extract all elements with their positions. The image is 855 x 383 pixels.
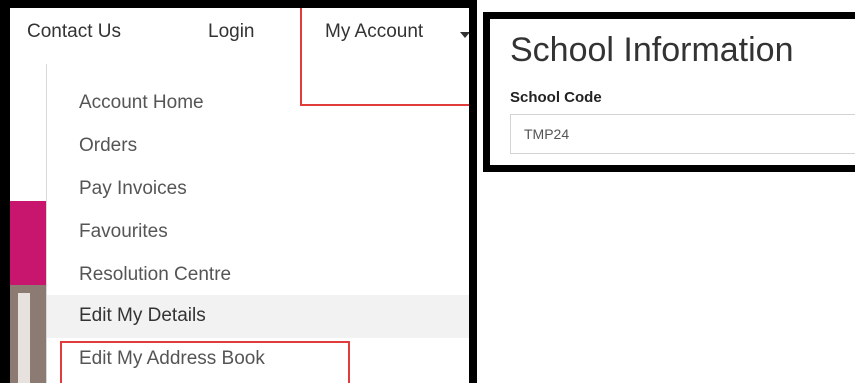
account-dropdown-content: Contact Us Login My Account Account Home… — [10, 8, 469, 383]
school-code-label: School Code — [510, 89, 602, 106]
menu-item-orders[interactable]: Orders — [79, 135, 137, 157]
callout-line-horizontal — [300, 104, 469, 106]
login-link[interactable]: Login — [208, 21, 255, 43]
account-dropdown-menu: Account Home Orders Pay Invoices Favouri… — [46, 64, 469, 383]
page-left-strip — [10, 8, 46, 383]
callout-line-vertical — [300, 8, 302, 106]
pink-banner — [10, 201, 46, 285]
contact-us-link[interactable]: Contact Us — [27, 21, 121, 43]
school-information-content: School Information School Code — [490, 19, 855, 165]
my-account-menu[interactable]: My Account — [325, 21, 423, 43]
edit-details-highlight — [60, 341, 350, 383]
chevron-down-icon[interactable] — [460, 32, 469, 38]
menu-item-resolution-centre[interactable]: Resolution Centre — [79, 264, 231, 286]
section-title: School Information — [510, 31, 794, 69]
banner-photo — [10, 285, 46, 383]
menu-item-account-home[interactable]: Account Home — [79, 92, 204, 114]
menu-item-edit-my-details[interactable]: Edit My Details — [47, 295, 469, 338]
menu-item-edit-my-details-label: Edit My Details — [79, 305, 206, 326]
account-dropdown-panel: Contact Us Login My Account Account Home… — [0, 0, 477, 383]
menu-item-pay-invoices[interactable]: Pay Invoices — [79, 178, 187, 200]
menu-item-favourites[interactable]: Favourites — [79, 221, 168, 243]
school-information-panel: School Information School Code — [483, 12, 855, 172]
school-code-input[interactable] — [510, 114, 855, 154]
top-navigation: Contact Us Login My Account — [10, 8, 469, 55]
